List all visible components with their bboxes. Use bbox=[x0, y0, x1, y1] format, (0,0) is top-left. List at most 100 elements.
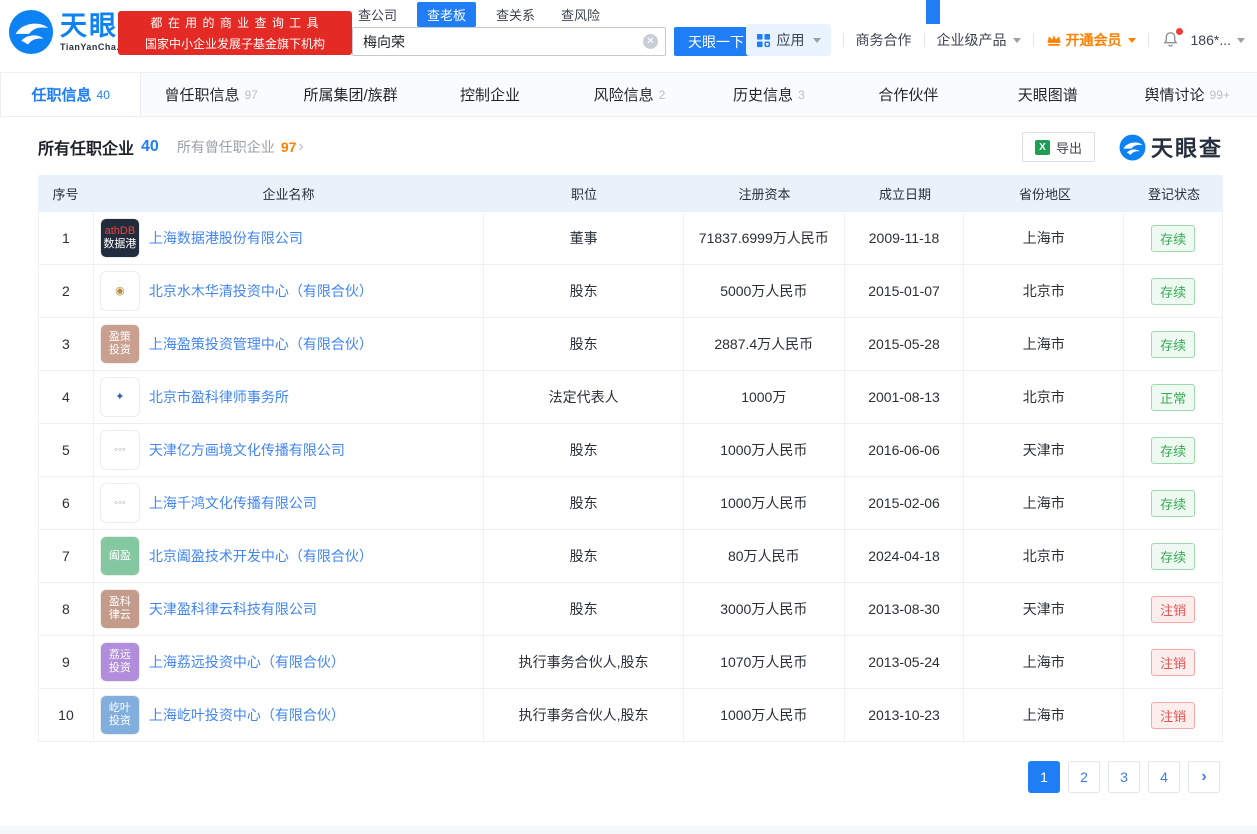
company-link[interactable]: 上海屹叶投资中心（有限合伙） bbox=[149, 705, 345, 725]
apps-grid-icon bbox=[756, 33, 770, 47]
apps-menu[interactable]: 应用 bbox=[745, 24, 831, 56]
row-number: 7 bbox=[39, 530, 94, 582]
promo-line2: 国家中小企业发展子基金旗下机构 bbox=[144, 37, 325, 51]
tab-past-positions[interactable]: 曾任职信息 97 bbox=[141, 73, 280, 116]
tab-partners[interactable]: 合作伙伴 bbox=[839, 73, 978, 116]
page-button-2[interactable]: 2 bbox=[1068, 761, 1100, 793]
page-button-1[interactable]: 1 bbox=[1028, 761, 1060, 793]
account-menu[interactable]: 186*... bbox=[1191, 32, 1245, 48]
header: 天眼查 TianYanCha.com 都 在 用 的 商 业 查 询 工 具 国… bbox=[0, 0, 1257, 66]
tab-graph[interactable]: 天眼图谱 bbox=[978, 73, 1117, 116]
row-number: 4 bbox=[39, 371, 94, 423]
company-link[interactable]: 北京水木华清投资中心（有限合伙） bbox=[149, 281, 373, 301]
company-logo: ◦◦◦ bbox=[99, 430, 140, 470]
chevron-right-icon: › bbox=[298, 138, 304, 155]
table-row: 2 ◉ 北京水木华清投资中心（有限合伙） 股东 5000万人民币 2015-01… bbox=[38, 265, 1223, 318]
export-button[interactable]: X 导出 bbox=[1021, 132, 1095, 162]
positions-table: 序号 企业名称 职位 注册资本 成立日期 省份地区 登记状态 1 athDB 数据… bbox=[38, 175, 1223, 742]
tab-public-opinion[interactable]: 舆情讨论 99+ bbox=[1118, 73, 1257, 116]
position-cell: 股东 bbox=[484, 477, 684, 529]
search-tab-boss[interactable]: 查老板 bbox=[417, 1, 477, 27]
position-cell: 股东 bbox=[484, 530, 684, 582]
notification-bell-icon[interactable] bbox=[1161, 28, 1183, 50]
notification-dot bbox=[1175, 28, 1183, 35]
search-tab-risk[interactable]: 查风险 bbox=[555, 2, 606, 27]
excel-icon: X bbox=[1034, 139, 1050, 155]
company-link[interactable]: 上海盈策投资管理中心（有限合伙） bbox=[149, 334, 373, 354]
position-cell: 法定代表人 bbox=[484, 371, 684, 423]
tab-controlled-companies[interactable]: 控制企业 bbox=[420, 73, 559, 116]
apps-label: 应用 bbox=[776, 32, 805, 48]
page-button-4[interactable]: 4 bbox=[1148, 761, 1180, 793]
company-link[interactable]: 天津盈科律云科技有限公司 bbox=[149, 599, 317, 619]
capital-cell: 2887.4万人民币 bbox=[684, 318, 845, 370]
table-row: 10 屹叶 投资 上海屹叶投资中心（有限合伙） 执行事务合伙人,股东 1000万人… bbox=[38, 689, 1223, 742]
watermark-logo: 天眼查 bbox=[1119, 131, 1223, 163]
position-cell: 股东 bbox=[484, 265, 684, 317]
province-cell: 天津市 bbox=[964, 424, 1125, 476]
header-status: 登记状态 bbox=[1147, 187, 1200, 202]
header-date: 成立日期 bbox=[878, 187, 931, 202]
row-number: 9 bbox=[39, 636, 94, 688]
position-cell: 董事 bbox=[484, 212, 684, 264]
date-cell: 2013-10-23 bbox=[845, 689, 965, 741]
page-button-3[interactable]: 3 bbox=[1108, 761, 1140, 793]
chevron-down-icon bbox=[1012, 37, 1021, 43]
search-area: 查公司 查老板 查关系 查风险 ✕ 天眼一下 bbox=[352, 1, 758, 56]
divider bbox=[1147, 33, 1149, 47]
date-cell: 2015-05-28 bbox=[845, 318, 965, 370]
company-link[interactable]: 上海千鸿文化传播有限公司 bbox=[149, 493, 317, 513]
company-logo: 盈策 投资 bbox=[99, 324, 140, 364]
capital-cell: 1000万 bbox=[684, 371, 845, 423]
table-row: 1 athDB 数据港 上海数据港股份有限公司 董事 71837.6999万人民币… bbox=[38, 212, 1223, 265]
footer-strip bbox=[0, 826, 1257, 834]
capital-cell: 71837.6999万人民币 bbox=[684, 212, 845, 264]
table-row: 9 荔远 投资 上海荔远投资中心（有限合伙） 执行事务合伙人,股东 1070万人民… bbox=[38, 636, 1223, 689]
company-logo: ◦◦◦ bbox=[99, 483, 140, 523]
enterprise-products-menu[interactable]: 企业级产品 bbox=[937, 30, 1021, 50]
search-tab-relations[interactable]: 查关系 bbox=[490, 2, 541, 27]
tab-history-info[interactable]: 历史信息 3 bbox=[699, 73, 838, 116]
company-link[interactable]: 北京阖盈技术开发中心（有限合伙） bbox=[149, 546, 373, 566]
date-cell: 2013-05-24 bbox=[845, 636, 965, 688]
past-positions-link[interactable]: 所有曾任职企业 97 › bbox=[177, 137, 304, 157]
province-cell: 上海市 bbox=[964, 318, 1125, 370]
watermark-text: 天眼查 bbox=[1150, 136, 1223, 161]
row-number: 3 bbox=[39, 318, 94, 370]
province-cell: 北京市 bbox=[964, 371, 1125, 423]
pagination: 1 2 3 4 › bbox=[1028, 761, 1220, 793]
masked-phone: 186*... bbox=[1190, 32, 1231, 48]
status-badge: 存续 bbox=[1151, 330, 1196, 358]
header-capital: 注册资本 bbox=[738, 187, 791, 202]
company-link[interactable]: 上海数据港股份有限公司 bbox=[149, 228, 303, 248]
capital-cell: 3000万人民币 bbox=[684, 583, 845, 635]
tab-risk-info[interactable]: 风险信息 2 bbox=[560, 73, 699, 116]
company-logo: 阖盈 bbox=[99, 536, 140, 576]
province-cell: 上海市 bbox=[964, 636, 1125, 688]
status-badge: 存续 bbox=[1151, 542, 1196, 570]
next-page-button[interactable]: › bbox=[1188, 761, 1220, 793]
tab-group[interactable]: 所属集团/族群 bbox=[281, 73, 420, 116]
search-input[interactable] bbox=[352, 27, 666, 56]
status-badge: 存续 bbox=[1151, 277, 1196, 305]
company-link[interactable]: 天津亿方画境文化传播有限公司 bbox=[149, 440, 345, 460]
capital-cell: 1000万人民币 bbox=[684, 477, 845, 529]
status-badge: 存续 bbox=[1151, 436, 1196, 464]
chevron-down-icon bbox=[1237, 37, 1245, 43]
company-logo: ◉ bbox=[99, 271, 140, 311]
decoration-blue-marker bbox=[926, 0, 940, 24]
company-logo: 屹叶 投资 bbox=[99, 695, 140, 735]
position-cell: 执行事务合伙人,股东 bbox=[484, 636, 684, 688]
search-tab-company[interactable]: 查公司 bbox=[352, 2, 403, 27]
vip-menu[interactable]: 开通会员 bbox=[1046, 30, 1136, 50]
clear-icon[interactable]: ✕ bbox=[643, 34, 658, 49]
status-badge: 注销 bbox=[1151, 595, 1196, 623]
tab-current-positions[interactable]: 任职信息 40 bbox=[0, 73, 142, 116]
company-logo: 荔远 投资 bbox=[99, 642, 140, 682]
position-cell: 股东 bbox=[484, 583, 684, 635]
company-link[interactable]: 上海荔远投资中心（有限合伙） bbox=[149, 652, 345, 672]
position-cell: 股东 bbox=[484, 318, 684, 370]
business-cooperation-link[interactable]: 商务合作 bbox=[856, 30, 912, 50]
row-number: 2 bbox=[39, 265, 94, 317]
company-link[interactable]: 北京市盈科律师事务所 bbox=[149, 387, 289, 407]
